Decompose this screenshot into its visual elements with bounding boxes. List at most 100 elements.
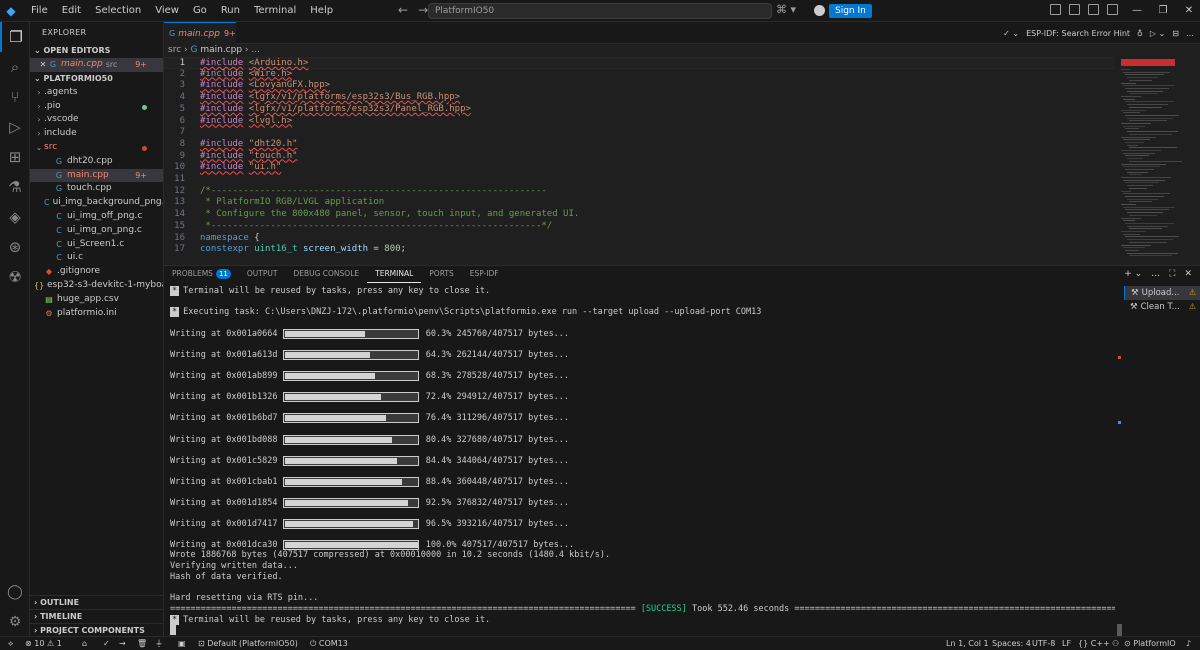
tab-esp-idf[interactable]: ESP-IDF	[462, 266, 507, 282]
notifications-icon[interactable]: ⚇	[1112, 637, 1119, 650]
maximize-icon[interactable]: ❐	[1150, 0, 1176, 22]
python-icon[interactable]: ◈	[0, 202, 30, 232]
tree-item[interactable]: ⚙ platformio.ini	[30, 307, 163, 321]
menu-run[interactable]: Run	[214, 0, 247, 22]
tab-main-cpp[interactable]: G main.cpp 9+	[164, 22, 236, 44]
tree-item[interactable]: ▤ huge_app.csv	[30, 293, 163, 307]
account-activity-icon[interactable]: ◯	[0, 584, 30, 600]
back-arrow-icon[interactable]: ←	[398, 3, 408, 17]
remote-icon[interactable]: ⟡	[8, 637, 13, 650]
close-window-icon[interactable]: ✕	[1176, 0, 1200, 22]
tree-item[interactable]: Gdht20.cpp	[30, 155, 163, 169]
build-icon[interactable]: ✓	[103, 637, 110, 650]
esp-idf-hint[interactable]: ESP-IDF: Search Error Hint	[1026, 29, 1130, 38]
tab-output[interactable]: OUTPUT	[239, 266, 286, 282]
code-editor[interactable]: 1 #include <Arduino.h> 2 #include <Wire.h> 3…	[164, 57, 1114, 260]
platformio-icon[interactable]: ⊙ PlatformIO	[1124, 637, 1176, 650]
tree-item[interactable]: Gmain.cpp 9+	[30, 168, 163, 183]
menu-view[interactable]: View	[148, 0, 186, 22]
tree-item[interactable]: Gtouch.cpp	[30, 182, 163, 196]
terminal-output[interactable]: * Terminal will be reused by tasks, press…	[170, 283, 1115, 635]
scroll-thumb[interactable]	[1117, 624, 1122, 636]
indentation[interactable]: Spaces: 4	[992, 637, 1031, 650]
manage-gear-icon[interactable]: ⚙	[0, 614, 30, 630]
terminal-icon[interactable]: ▣	[178, 637, 186, 650]
close-panel-icon[interactable]: ✕	[1184, 269, 1192, 279]
forward-arrow-icon[interactable]: →	[418, 3, 428, 17]
menu-help[interactable]: Help	[303, 0, 340, 22]
menu-go[interactable]: Go	[186, 0, 214, 22]
sign-in-button[interactable]: Sign In	[829, 4, 872, 18]
esp-idf-icon[interactable]: ⊛	[0, 232, 30, 262]
cursor-position[interactable]: Ln 1, Col 1	[946, 637, 989, 650]
project-components-section[interactable]: › PROJECT COMPONENTS	[30, 623, 163, 636]
open-editors-header[interactable]: ⌄ OPEN EDITORS	[30, 44, 163, 58]
tree-item[interactable]: › .agents	[30, 86, 163, 100]
tree-item[interactable]: Cui.c	[30, 251, 163, 265]
upload-icon[interactable]: →	[119, 637, 126, 650]
timeline-section[interactable]: › TIMELINE	[30, 609, 163, 623]
tree-item[interactable]: ◆ .gitignore	[30, 265, 163, 279]
tree-item[interactable]: Cui_img_background_png.c	[30, 196, 163, 210]
split-editor-icon[interactable]: ⊟	[1172, 29, 1179, 38]
toggle-sidebar-icon[interactable]	[1069, 4, 1080, 15]
more-actions-icon[interactable]: …	[1186, 29, 1194, 38]
breadcrumb-file[interactable]: G main.cpp	[190, 45, 242, 55]
tree-item[interactable]: Cui_Screen1.c	[30, 238, 163, 252]
breadcrumb-src[interactable]: src	[168, 45, 181, 55]
extensions-icon[interactable]: ⊞	[0, 142, 30, 172]
new-terminal-icon[interactable]: + ⌄	[1124, 269, 1142, 279]
menu-terminal[interactable]: Terminal	[247, 0, 303, 22]
terminal-task-item[interactable]: ⚒ Clean T... ⚠	[1124, 300, 1200, 314]
minimize-icon[interactable]: —	[1124, 0, 1150, 22]
tab-terminal[interactable]: TERMINAL	[367, 266, 422, 283]
tab-problems[interactable]: PROBLEMS 11	[164, 266, 239, 282]
tree-item[interactable]: Cui_img_off_png.c	[30, 210, 163, 224]
tree-item[interactable]: ⌄ src	[30, 141, 163, 155]
outline-section[interactable]: › OUTLINE	[30, 595, 163, 609]
platformio-icon[interactable]: ☢	[0, 262, 30, 292]
platformio-home-icon[interactable]: ⌂	[82, 637, 87, 650]
menu-selection[interactable]: Selection	[88, 0, 148, 22]
terminal-scrollbar[interactable]	[1116, 284, 1122, 636]
lightbulb-icon[interactable]: ♁	[1137, 29, 1143, 38]
search-icon[interactable]: ⌕	[0, 52, 30, 82]
terminal-more-icon[interactable]: …	[1151, 269, 1160, 279]
run-icon[interactable]: ▷ ⌄	[1150, 29, 1165, 38]
close-icon[interactable]: ✕	[38, 58, 48, 72]
open-editor-main-cpp[interactable]: ✕ G main.cpp src 9+	[30, 58, 163, 72]
menu-edit[interactable]: Edit	[55, 0, 88, 22]
bell-icon[interactable]: ♪	[1186, 637, 1191, 650]
env-selector[interactable]: ⊡ Default (PlatformIO50)	[198, 637, 298, 650]
account-icon[interactable]	[814, 5, 825, 16]
port-selector[interactable]: ⏻ COM13	[310, 637, 348, 650]
tree-item[interactable]: › .pio	[30, 100, 163, 114]
toggle-panel-icon[interactable]	[1088, 4, 1099, 15]
terminal-task-item[interactable]: ⚒ Upload... ⚠	[1124, 286, 1200, 300]
encoding[interactable]: UTF-8	[1032, 637, 1055, 650]
explorer-icon[interactable]: ❐	[0, 22, 30, 52]
check-icon[interactable]: ✓ ⌄	[1003, 29, 1019, 38]
eol[interactable]: LF	[1062, 637, 1071, 650]
toggle-secondary-sidebar-icon[interactable]	[1107, 4, 1118, 15]
maximize-panel-icon[interactable]: ⛶	[1169, 269, 1175, 279]
minimap[interactable]	[1118, 57, 1198, 260]
copilot-icon[interactable]: ⌘ ▾	[776, 3, 796, 16]
tab-debug-console[interactable]: DEBUG CONSOLE	[285, 266, 367, 282]
language-mode[interactable]: {} C++	[1078, 637, 1110, 650]
breadcrumb-more[interactable]: ...	[251, 45, 260, 55]
tab-ports[interactable]: PORTS	[421, 266, 461, 282]
project-folder-header[interactable]: ⌄ PLATFORMIO50	[30, 72, 163, 86]
source-control-icon[interactable]: ⑂	[0, 82, 30, 112]
testing-icon[interactable]: ⚗	[0, 172, 30, 202]
tree-item[interactable]: Cui_img_on_png.c	[30, 224, 163, 238]
tree-item[interactable]: {}esp32-s3-devkitc-1-myboar...	[30, 279, 163, 293]
problems-status[interactable]: ⊗ 10 ⚠ 1	[25, 637, 62, 650]
customize-layout-icon[interactable]	[1050, 4, 1061, 15]
command-center-search[interactable]: PlatformIO50	[428, 3, 772, 19]
serial-monitor-icon[interactable]: ⏚	[155, 637, 163, 650]
menu-file[interactable]: File	[24, 0, 55, 22]
trash-icon[interactable]: 🗑	[137, 637, 147, 650]
run-debug-icon[interactable]: ▷	[0, 112, 30, 142]
tree-item[interactable]: › include	[30, 127, 163, 141]
